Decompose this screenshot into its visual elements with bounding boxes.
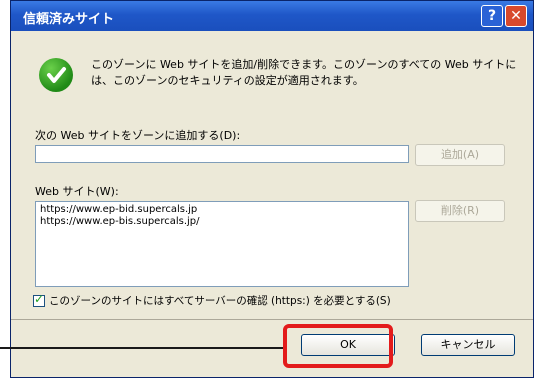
- remove-button[interactable]: 削除(R): [415, 200, 505, 222]
- help-button[interactable]: ?: [481, 5, 503, 27]
- checkmark-icon: [39, 58, 73, 92]
- add-site-label: 次の Web サイトをゾーンに追加する(D):: [35, 129, 241, 142]
- require-https-checkbox[interactable]: [33, 292, 45, 307]
- title-bar[interactable]: 信頼済みサイト ? ✕: [11, 1, 533, 31]
- cancel-button[interactable]: キャンセル: [421, 334, 515, 356]
- trusted-sites-dialog: 信頼済みサイト ? ✕ このゾーンに Web サイトを追加/削除できます。このゾ…: [10, 0, 534, 378]
- sites-list[interactable]: https://www.ep-bid.supercals.jp https://…: [35, 201, 409, 287]
- add-site-input[interactable]: [35, 145, 409, 163]
- close-button[interactable]: ✕: [505, 5, 527, 27]
- window-title: 信頼済みサイト: [23, 12, 115, 27]
- sites-list-label: Web サイト(W):: [35, 185, 119, 198]
- ok-highlight-box: [283, 324, 393, 368]
- divider: [11, 319, 533, 320]
- require-https-label: このゾーンのサイトにはすべてサーバーの確認 (https:) を必要とする(S): [49, 295, 391, 307]
- pointer-line: [0, 347, 283, 349]
- add-button[interactable]: 追加(A): [415, 144, 505, 166]
- list-item[interactable]: https://www.ep-bis.supercals.jp/: [40, 216, 404, 228]
- zone-description: このゾーンに Web サイトを追加/削除できます。このゾーンのすべての Web …: [91, 58, 517, 87]
- list-item[interactable]: https://www.ep-bid.supercals.jp: [40, 204, 404, 216]
